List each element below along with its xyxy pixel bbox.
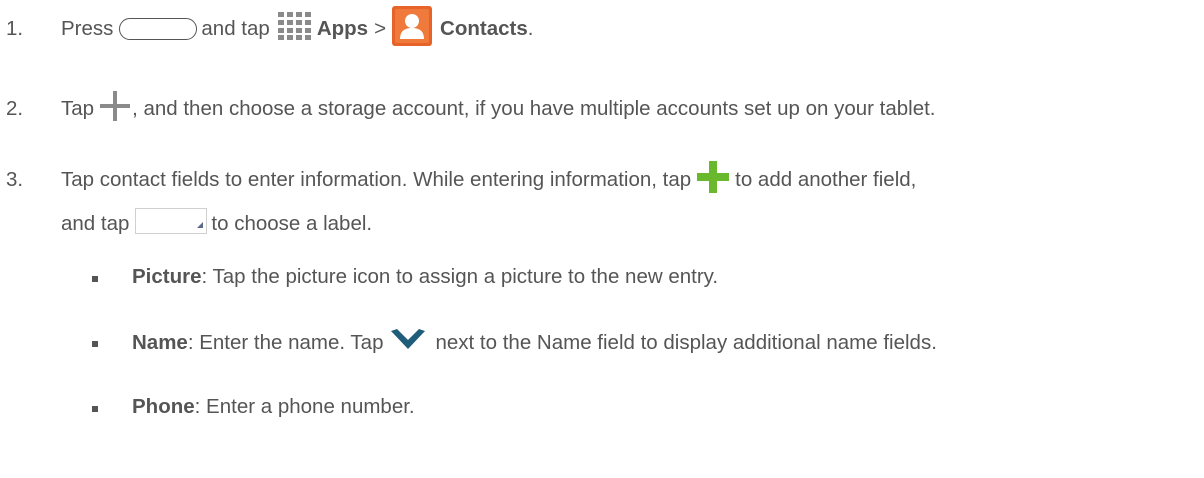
bullet-text: : Enter a phone number.	[194, 395, 415, 418]
step-3: 3. Tap contact fields to enter informati…	[0, 158, 916, 202]
bullet-marker	[92, 276, 98, 282]
step-3-continued: and tap to choose a label.	[61, 206, 372, 242]
bullet-term: Phone	[132, 395, 195, 418]
step-text: Tap	[61, 97, 95, 120]
bullet-marker	[92, 406, 98, 412]
bullet-phone: Phone: Enter a phone number.	[132, 395, 415, 419]
bullet-text: : Tap the picture icon to assign a pictu…	[201, 265, 719, 288]
step-text: and tap	[201, 17, 270, 40]
bullet-text: : Enter the name. Tap	[187, 331, 384, 354]
add-field-icon	[697, 161, 730, 199]
bullet-marker	[92, 341, 98, 347]
step-1: 1. Press and tap Apps > Contacts .	[0, 4, 533, 54]
step-text: and tap	[61, 212, 130, 235]
step-number: 1.	[6, 17, 24, 40]
step-2: 2. Tap , and then choose a storage accou…	[0, 84, 936, 134]
step-text: .	[527, 17, 534, 40]
bullet-term: Name	[132, 331, 188, 354]
step-text: to add another field,	[735, 168, 917, 191]
step-text: Tap contact fields to enter information.…	[61, 168, 692, 191]
chevron-down-icon	[391, 329, 426, 357]
apps-grid-icon	[277, 12, 312, 46]
separator: >	[374, 17, 387, 40]
label-dropdown-icon	[135, 208, 208, 240]
step-number: 2.	[6, 97, 24, 120]
contacts-icon	[392, 6, 433, 52]
bullet-name: Name: Enter the name. Tap next to the Na…	[132, 321, 937, 365]
bullet-term: Picture	[132, 265, 202, 288]
apps-label: Apps	[316, 17, 369, 40]
bullet-picture: Picture: Tap the picture icon to assign …	[132, 265, 718, 289]
home-button-icon	[119, 18, 198, 40]
contacts-label: Contacts	[440, 17, 528, 40]
step-text: , and then choose a storage account, if …	[132, 97, 936, 120]
step-text: Press	[61, 17, 114, 40]
bullet-text: next to the Name field to display additi…	[435, 331, 937, 354]
step-number: 3.	[6, 168, 24, 191]
step-text: to choose a label.	[211, 212, 373, 235]
plus-icon	[100, 91, 131, 127]
